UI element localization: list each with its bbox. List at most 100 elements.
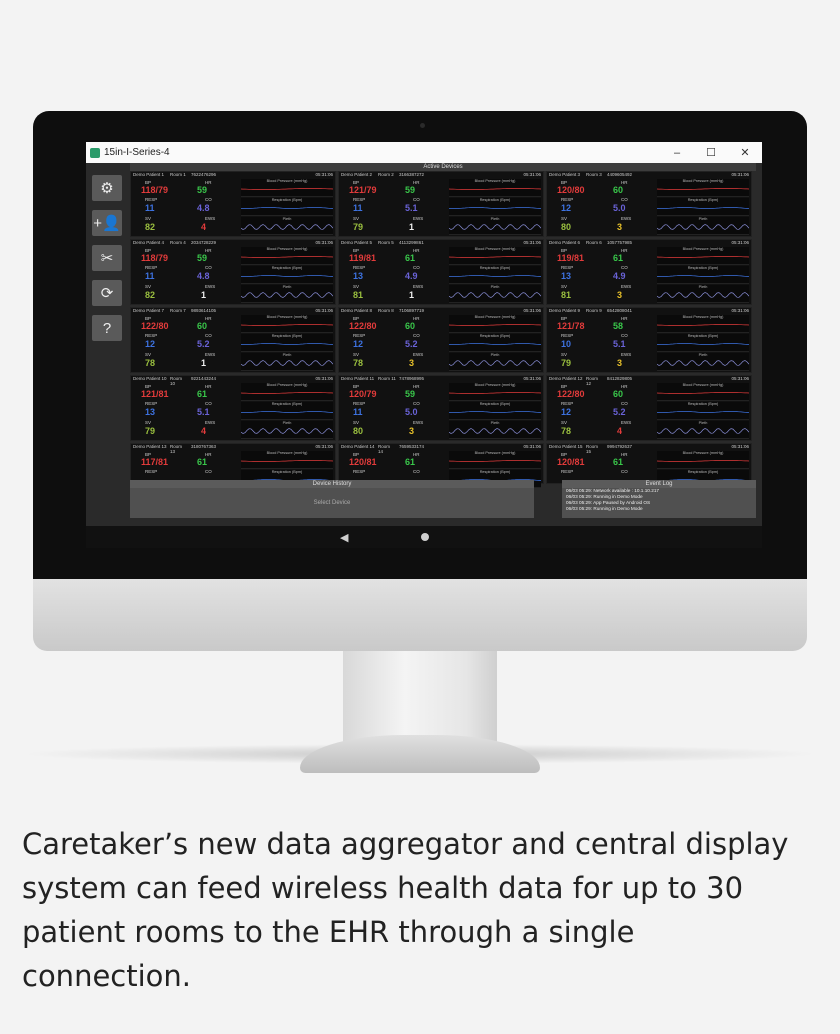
co-label: CO	[621, 469, 628, 474]
patient-card[interactable]: Demo Patient 1 Room 1 7622476296 05:31:06 BP…	[130, 171, 336, 237]
co-label: CO	[621, 197, 628, 202]
patient-card[interactable]: Demo Patient 5 Room 5 4113299861 05:31:06 BP…	[338, 239, 544, 305]
patient-name: Demo Patient 12	[549, 376, 583, 381]
timestamp: 05:31:06	[731, 240, 749, 245]
bp-value: 122/80	[141, 321, 169, 331]
back-icon[interactable]: ◀	[340, 531, 348, 544]
device-history-panel[interactable]: Select Device	[130, 488, 534, 518]
bp-waveform: Blood Pressure (mmHg)	[449, 315, 541, 333]
sv-label: SV	[353, 216, 360, 221]
resp-label: RESP	[145, 401, 158, 406]
patient-name: Demo Patient 10	[133, 376, 167, 381]
event-log-header: Event Log	[562, 480, 756, 488]
settings-button[interactable]: ⚙	[92, 175, 122, 201]
patient-card[interactable]: Demo Patient 3 Room 3 4409605492 05:31:06 BP…	[546, 171, 752, 237]
timestamp: 05:31:06	[731, 308, 749, 313]
room-label: Room 9	[586, 308, 602, 313]
co-label: CO	[205, 265, 212, 270]
device-id: 3166387272	[399, 172, 425, 177]
sv-value: 81	[561, 290, 572, 300]
resp-label: RESP	[561, 265, 574, 270]
co-label: CO	[205, 401, 212, 406]
maximize-button[interactable]: ☐	[694, 146, 728, 159]
resp-label: RESP	[353, 469, 366, 474]
bp-waveform: Blood Pressure (mmHg)	[241, 247, 333, 265]
ews-label: EWS	[413, 420, 424, 425]
sv-label: SV	[353, 420, 360, 425]
add-user-button[interactable]: +👤	[92, 210, 122, 236]
resp-label: RESP	[353, 401, 366, 406]
co-label: CO	[413, 265, 420, 270]
patient-card[interactable]: Demo Patient 11 Room 11 7478968995 05:31:06…	[338, 375, 544, 441]
home-icon[interactable]	[421, 533, 429, 541]
card-header: Demo Patient 15 Room 15 9994792637 05:31:06	[547, 444, 751, 454]
card-header: Demo Patient 1 Room 1 7622476296 05:31:06	[131, 172, 335, 178]
hr-value: 59	[405, 389, 416, 399]
monitor-photo: 15in-I-Series-4 – ☐ ✕ ⚙ +👤 ✂ ⟳? Active Devi…	[0, 0, 840, 1034]
ews-value: 4	[201, 426, 207, 436]
room-label: Room 14	[378, 444, 391, 454]
card-header: Demo Patient 4 Room 4 2034728229 05:31:06	[131, 240, 335, 246]
bp-value: 122/80	[557, 389, 585, 399]
patient-card[interactable]: Demo Patient 10 Room 10 9221443244 05:31:06…	[130, 375, 336, 441]
patient-name: Demo Patient 7	[133, 308, 165, 313]
sv-value: 79	[561, 358, 572, 368]
resp-waveform: Respiration (Bpm)	[657, 334, 749, 352]
device-id: 4113299861	[399, 240, 424, 245]
resp-value: 10	[561, 339, 572, 349]
card-header: Demo Patient 3 Room 3 4409605492 05:31:06	[547, 172, 751, 178]
patient-card[interactable]: Demo Patient 2 Room 2 3166387272 05:31:06 BP…	[338, 171, 544, 237]
patient-card[interactable]: Demo Patient 7 Room 7 9893614105 05:31:06 BP…	[130, 307, 336, 373]
patient-card[interactable]: Demo Patient 12 Room 12 8412829805 05:31:06…	[546, 375, 752, 441]
sv-value: 80	[561, 222, 572, 232]
patient-card[interactable]: Demo Patient 13 Room 13 3180767363 05:31:06…	[130, 443, 336, 488]
hr-value: 61	[613, 253, 624, 263]
sv-value: 82	[145, 290, 156, 300]
sidebar: ⚙ +👤 ✂ ⟳?	[90, 175, 126, 350]
bp-waveform: Blood Pressure (mmHg)	[657, 315, 749, 333]
resp-value: 13	[145, 407, 156, 417]
ews-value: 3	[617, 222, 623, 232]
device-id: 1057757985	[607, 240, 633, 245]
hr-value: 60	[613, 389, 624, 399]
help-button[interactable]: ?	[92, 315, 122, 341]
co-label: CO	[621, 333, 628, 338]
sv-value: 79	[353, 222, 364, 232]
device-id: 7659533174	[399, 444, 425, 449]
ews-label: EWS	[205, 352, 216, 357]
patient-name: Demo Patient 13	[133, 444, 167, 449]
sv-label: SV	[353, 352, 360, 357]
patient-card[interactable]: Demo Patient 9 Room 9 6542808041 05:31:06 BP…	[546, 307, 752, 373]
room-label: Room 11	[378, 376, 396, 381]
resp-value: 12	[561, 203, 572, 213]
resp-value: 12	[353, 339, 364, 349]
co-label: CO	[413, 197, 420, 202]
monitor-neck	[343, 651, 497, 743]
patient-card[interactable]: Demo Patient 15 Room 15 9994792637 05:31:06…	[546, 443, 752, 488]
patient-card[interactable]: Demo Patient 4 Room 4 2034728229 05:31:06 BP…	[130, 239, 336, 305]
bp-value: 120/80	[557, 185, 585, 195]
co-value: 5.2	[197, 339, 210, 349]
room-label: Room 8	[378, 308, 394, 313]
timestamp: 05:31:06	[523, 240, 541, 245]
pleth-waveform: Pleth	[241, 217, 333, 235]
refresh-button[interactable]: ⟳	[92, 280, 122, 306]
bp-waveform: Blood Pressure (mmHg)	[657, 451, 749, 469]
close-button[interactable]: ✕	[728, 146, 762, 159]
sv-value: 81	[353, 290, 364, 300]
co-label: CO	[413, 333, 420, 338]
card-header: Demo Patient 9 Room 9 6542808041 05:31:06	[547, 308, 751, 314]
timestamp: 05:31:06	[315, 376, 333, 381]
minimize-button[interactable]: –	[660, 147, 694, 159]
ews-value: 3	[409, 426, 415, 436]
resp-waveform: Respiration (Bpm)	[449, 198, 541, 216]
patient-card[interactable]: Demo Patient 6 Room 6 1057757985 05:31:06 BP…	[546, 239, 752, 305]
ews-value: 4	[201, 222, 207, 232]
bp-value: 117/81	[141, 457, 169, 467]
hr-value: 61	[197, 457, 208, 467]
resp-label: RESP	[353, 333, 366, 338]
resp-label: RESP	[561, 401, 574, 406]
patient-card[interactable]: Demo Patient 14 Room 14 7659533174 05:31:06…	[338, 443, 544, 488]
disconnect-button[interactable]: ✂	[92, 245, 122, 271]
patient-card[interactable]: Demo Patient 8 Room 8 7106897719 05:31:06 BP…	[338, 307, 544, 373]
